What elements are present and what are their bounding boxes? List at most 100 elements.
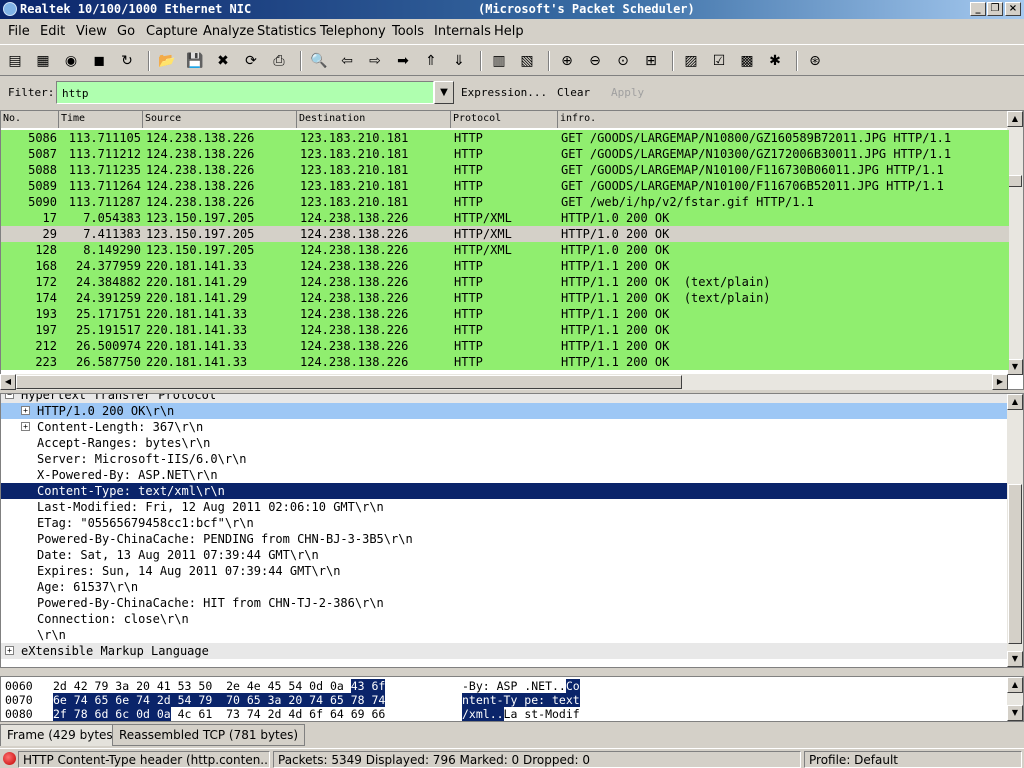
menu-file[interactable]: File [8, 24, 30, 39]
hscroll-thumb[interactable] [16, 375, 682, 389]
last-icon[interactable]: ⇓ [448, 50, 470, 72]
scroll-down-icon[interactable]: ▼ [1007, 651, 1023, 667]
collapse-icon[interactable]: − [5, 394, 14, 399]
details-scrollbar[interactable]: ▲ ▼ [1007, 394, 1023, 667]
table-row[interactable]: 212 26.500974 220.181.141.33 124.238.138.22… [1, 338, 1009, 354]
tree-item[interactable]: Content-Type: text/xml\r\n [1, 483, 1007, 499]
table-row[interactable]: 17 7.054383 123.150.197.205 124.238.138.226… [1, 210, 1009, 226]
table-row[interactable]: 128 8.149290 123.150.197.205 124.238.138.22… [1, 242, 1009, 258]
table-row[interactable]: 5089 113.711264 124.238.138.226 123.183.210… [1, 178, 1009, 194]
scroll-down-icon[interactable]: ▼ [1007, 359, 1023, 375]
autoscroll-icon[interactable]: ▧ [516, 50, 538, 72]
scroll-down-icon[interactable]: ▼ [1007, 705, 1023, 721]
column-header[interactable]: Time [59, 111, 143, 128]
byte-hex[interactable]: 2f 78 6d 6c 0d 0a 4c 61 73 74 2d 4d 6f 6… [53, 707, 385, 721]
expand-icon[interactable]: + [5, 646, 14, 655]
tree-item[interactable]: Powered-By-ChinaCache: PENDING from CHN-… [1, 531, 1007, 547]
menu-analyze[interactable]: Analyze [203, 24, 254, 39]
tree-item[interactable]: Age: 61537\r\n [1, 579, 1007, 595]
coloring-rules-icon[interactable]: ▩ [736, 50, 758, 72]
normal-size-icon[interactable]: ⊙ [612, 50, 634, 72]
filter-input[interactable]: http [56, 81, 434, 104]
clear-button[interactable]: Clear [557, 86, 590, 99]
scroll-up-icon[interactable]: ▲ [1007, 677, 1023, 693]
menu-internals[interactable]: Internals [434, 24, 491, 39]
capture-filters-icon[interactable]: ▨ [680, 50, 702, 72]
expand-icon[interactable]: + [21, 422, 30, 431]
tree-item[interactable]: Expires: Sun, 14 Aug 2011 07:39:44 GMT\r… [1, 563, 1007, 579]
table-row[interactable]: 168 24.377959 220.181.141.33 124.238.138.22… [1, 258, 1009, 274]
restore-button[interactable]: ❐ [987, 2, 1003, 16]
back-icon[interactable]: ⇦ [336, 50, 358, 72]
find-icon[interactable]: 🔍 [308, 50, 330, 72]
byte-hex[interactable]: 6e 74 65 6e 74 2d 54 79 70 65 3a 20 74 6… [53, 693, 386, 707]
scroll-left-icon[interactable]: ◀ [0, 374, 16, 390]
tree-item[interactable]: + HTTP/1.0 200 OK\r\n [1, 403, 1007, 419]
byte-ascii[interactable]: ntent-Ty pe: text [462, 693, 580, 707]
tree-item[interactable]: Connection: close\r\n [1, 611, 1007, 627]
tree-item[interactable]: + Content-Length: 367\r\n [1, 419, 1007, 435]
column-header[interactable]: No. [1, 111, 59, 128]
tree-item[interactable]: Accept-Ranges: bytes\r\n [1, 435, 1007, 451]
menu-edit[interactable]: Edit [40, 24, 65, 39]
byte-hex[interactable]: 2d 42 79 3a 20 41 53 50 2e 4e 45 54 0d 0… [53, 679, 386, 693]
byte-ascii[interactable]: /xml..La st-Modif [462, 707, 580, 721]
table-row[interactable]: 174 24.391259 220.181.141.29 124.238.138.22… [1, 290, 1009, 306]
tree-item[interactable]: Powered-By-ChinaCache: HIT from CHN-TJ-2… [1, 595, 1007, 611]
column-header[interactable]: Destination [297, 111, 451, 128]
tree-item[interactable]: Date: Sat, 13 Aug 2011 07:39:44 GMT\r\n [1, 547, 1007, 563]
table-row[interactable]: 5088 113.711235 124.238.138.226 123.183.210… [1, 162, 1009, 178]
tab-frame[interactable]: Frame (429 bytes) [0, 724, 125, 746]
close-icon[interactable]: ✖ [212, 50, 234, 72]
tree-item[interactable]: Server: Microsoft-IIS/6.0\r\n [1, 451, 1007, 467]
colorize-icon[interactable]: ▥ [488, 50, 510, 72]
table-row[interactable]: 197 25.191517 220.181.141.33 124.238.138.22… [1, 322, 1009, 338]
table-row[interactable]: 29 7.411383 123.150.197.205 124.238.138.226… [1, 226, 1009, 242]
packet-list-hscrollbar[interactable]: ◀ ▶ [0, 374, 1008, 390]
bytes-scrollbar[interactable]: ▲ ▼ [1007, 677, 1023, 721]
scroll-up-icon[interactable]: ▲ [1007, 111, 1023, 127]
save-icon[interactable]: 💾 [184, 50, 206, 72]
table-row[interactable]: 193 25.171751 220.181.141.33 124.238.138.22… [1, 306, 1009, 322]
table-row[interactable]: 172 24.384882 220.181.141.29 124.238.138.22… [1, 274, 1009, 290]
menu-tools[interactable]: Tools [392, 24, 424, 39]
display-filters-icon[interactable]: ☑ [708, 50, 730, 72]
table-row[interactable]: 5087 113.711212 124.238.138.226 123.183.210… [1, 146, 1009, 162]
open-icon[interactable]: 📂 [156, 50, 178, 72]
table-row[interactable]: 5090 113.711287 124.238.138.226 123.183.210… [1, 194, 1009, 210]
column-header[interactable]: infro. [558, 111, 1009, 128]
zoom-in-icon[interactable]: ⊕ [556, 50, 578, 72]
menu-view[interactable]: View [76, 24, 107, 39]
print-icon[interactable]: ⎙ [268, 50, 290, 72]
menu-telephony[interactable]: Telephony [320, 24, 386, 39]
tree-item[interactable]: \r\n [1, 627, 1007, 643]
start-icon[interactable]: ◉ [60, 50, 82, 72]
forward-icon[interactable]: ⇨ [364, 50, 386, 72]
menu-statistics[interactable]: Statistics [257, 24, 316, 39]
first-icon[interactable]: ⇑ [420, 50, 442, 72]
status-profile[interactable]: Profile: Default [804, 751, 1022, 768]
tree-item[interactable]: Last-Modified: Fri, 12 Aug 2011 02:06:10… [1, 499, 1007, 515]
column-header[interactable]: Protocol [451, 111, 558, 128]
tree-item[interactable]: X-Powered-By: ASP.NET\r\n [1, 467, 1007, 483]
preferences-icon[interactable]: ✱ [764, 50, 786, 72]
resize-columns-icon[interactable]: ⊞ [640, 50, 662, 72]
options-icon[interactable]: ▦ [32, 50, 54, 72]
expand-icon[interactable]: + [21, 406, 30, 415]
expert-info-icon[interactable] [3, 752, 16, 765]
column-header[interactable]: Source [143, 111, 297, 128]
restart-icon[interactable]: ↻ [116, 50, 138, 72]
expression-button[interactable]: Expression... [461, 86, 547, 99]
tab-reassembled-tcp[interactable]: Reassembled TCP (781 bytes) [112, 724, 306, 746]
stop-icon[interactable]: ◼ [88, 50, 110, 72]
scroll-up-icon[interactable]: ▲ [1007, 394, 1023, 410]
apply-button[interactable]: Apply [611, 86, 644, 99]
table-row[interactable]: 223 26.587750 220.181.141.33 124.238.138.22… [1, 354, 1009, 370]
menu-go[interactable]: Go [117, 24, 135, 39]
menu-capture[interactable]: Capture [146, 24, 198, 39]
interfaces-icon[interactable]: ▤ [4, 50, 26, 72]
scroll-thumb[interactable] [1008, 484, 1022, 644]
tree-item[interactable]: ETag: "05565679458cc1:bcf"\r\n [1, 515, 1007, 531]
scroll-right-icon[interactable]: ▶ [992, 374, 1008, 390]
filter-dropdown-button[interactable]: ▼ [434, 81, 454, 104]
